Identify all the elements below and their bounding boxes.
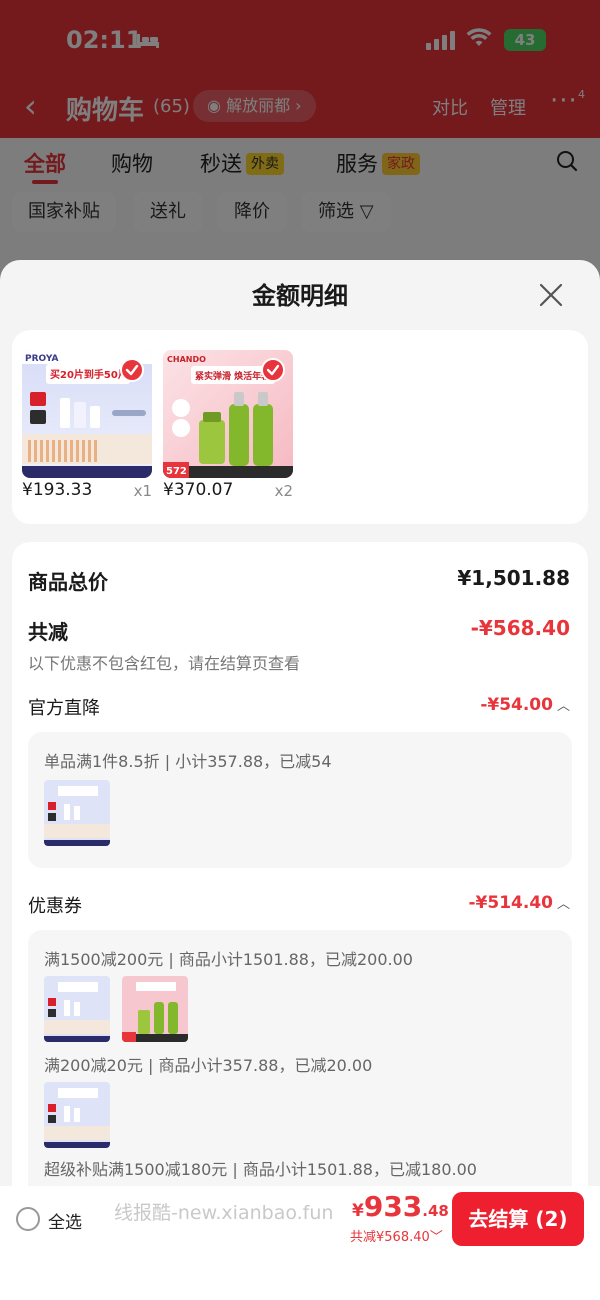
coupon-value: -¥514.40 [468, 893, 553, 913]
product-price: ¥370.07 [163, 480, 234, 500]
amount-detail-sheet: 金额明细 PROYA 买20片到手50片 ¥193.33 x1 CHANDO 紧… [0, 260, 600, 1300]
checkout-bar: 全选 线报酷-new.xianbao.fun ¥933.48 共减¥568.40… [0, 1186, 600, 1252]
total-discount-toggle[interactable]: 共减¥568.40﹀ [350, 1226, 443, 1245]
product-thumbnail-proya [44, 780, 110, 846]
selected-check-icon [261, 358, 285, 382]
product-thumbnail-chando [122, 976, 188, 1042]
product-brand: PROYA [25, 354, 59, 364]
coupon-rule: 满1500减200元 | 商品小计1501.88，已减200.00 [44, 950, 413, 969]
goods-total-value: ¥1,501.88 [457, 566, 570, 590]
product-promo: 买20片到手50片 [50, 368, 128, 381]
product-thumbnail-proya [44, 1082, 110, 1148]
total-price-integer: 933 [363, 1190, 423, 1223]
official-discount-detail: 单品满1件8.5折 | 小计357.88，已减54 [28, 732, 572, 868]
selected-check-icon [120, 358, 144, 382]
watermark-text: 线报酷-new.xianbao.fun [114, 1202, 334, 1224]
discount-rule: 单品满1件8.5折 | 小计357.88，已减54 [44, 752, 332, 771]
official-discount-label: 官方直降 [28, 698, 100, 719]
goods-total-label: 商品总价 [28, 570, 108, 594]
product-thumbnail-proya [44, 976, 110, 1042]
select-all-label[interactable]: 全选 [48, 1208, 82, 1233]
product-promo: 紧实弹滑 焕活年轻 [195, 370, 270, 382]
total-discount-label: 共减¥568.40 [350, 1230, 430, 1245]
select-all-checkbox[interactable] [16, 1207, 40, 1231]
official-discount-value: -¥54.00 [480, 695, 553, 715]
selected-products-card: PROYA 买20片到手50片 ¥193.33 x1 CHANDO 紧实弹滑 焕… [12, 330, 588, 524]
checkout-button[interactable]: 去结算 (2) [452, 1192, 584, 1246]
chevron-up-icon: ︿ [556, 699, 570, 714]
close-icon[interactable] [536, 280, 566, 310]
sheet-title: 金额明细 [252, 282, 348, 310]
coupon-rule: 超级补贴满1500减180元 | 商品小计1501.88，已减180.00 [44, 1160, 477, 1179]
coupon-rule: 满200减20元 | 商品小计357.88，已减20.00 [44, 1056, 373, 1075]
product-quantity: x1 [133, 482, 152, 500]
product-quantity: x2 [274, 482, 293, 500]
coupon-toggle[interactable]: -¥514.40 ︿ [468, 893, 570, 913]
discount-total-value: -¥568.40 [470, 616, 570, 640]
chevron-up-icon: ︿ [556, 897, 570, 912]
discount-note: 以下优惠不包含红包，请在结算页查看 [28, 654, 301, 673]
home-indicator-area [0, 1252, 600, 1300]
official-discount-toggle[interactable]: -¥54.00 ︿ [480, 695, 570, 715]
chevron-down-icon: ﹀ [429, 1230, 443, 1245]
currency-symbol: ¥ [352, 1201, 364, 1221]
total-price: ¥933.48 [352, 1190, 449, 1223]
product-tag: 572 [166, 466, 187, 477]
total-price-decimal: .48 [422, 1202, 449, 1220]
coupon-label: 优惠券 [28, 896, 82, 917]
product-brand: CHANDO [167, 355, 206, 364]
discount-total-label: 共减 [28, 620, 68, 644]
product-price: ¥193.33 [22, 480, 93, 500]
